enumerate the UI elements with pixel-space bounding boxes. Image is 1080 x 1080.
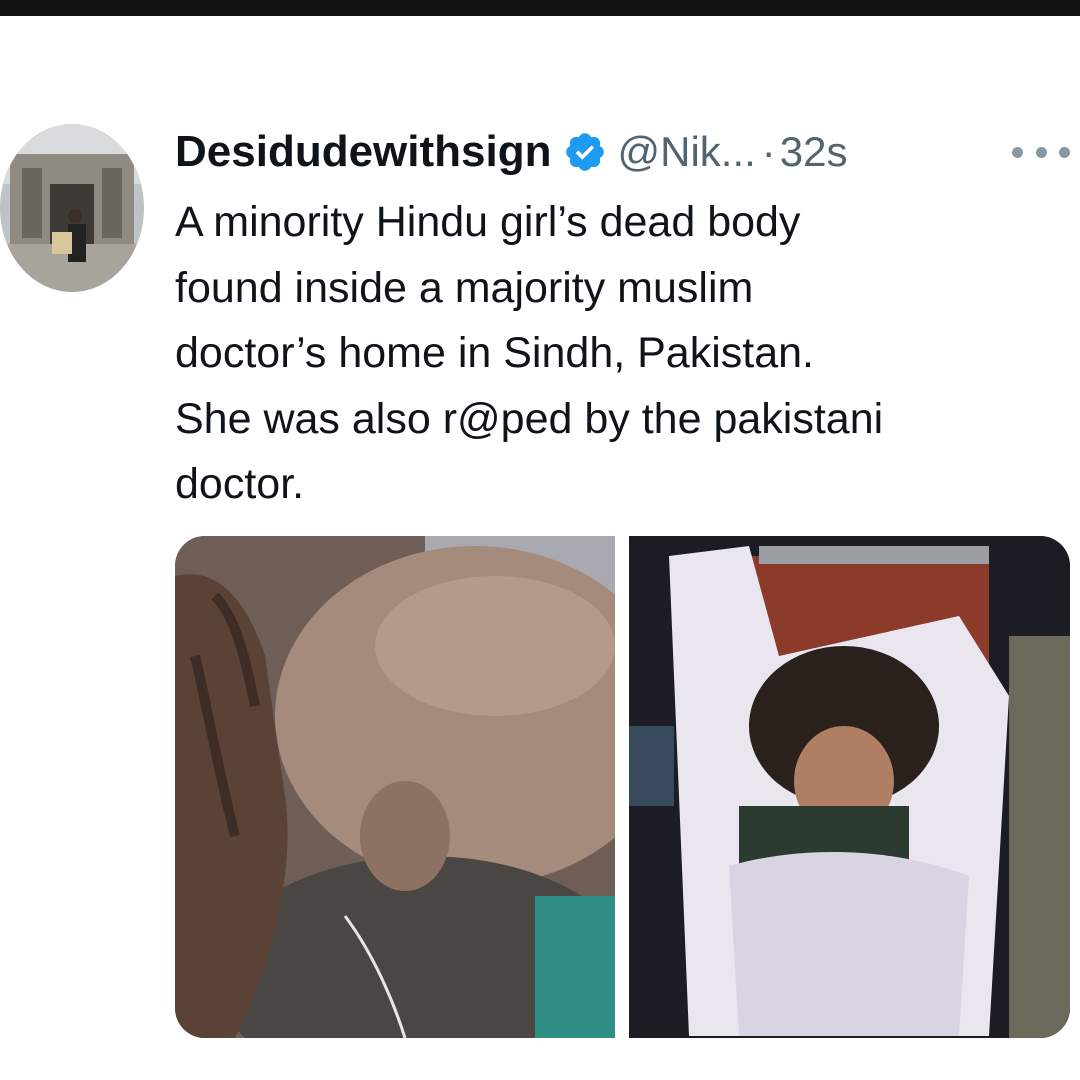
tweet-photo-2[interactable] bbox=[629, 536, 1070, 1038]
more-dot bbox=[1035, 146, 1047, 158]
tweet-timestamp[interactable]: 32s bbox=[780, 128, 848, 176]
tweet-photo-1[interactable] bbox=[175, 536, 615, 1038]
tweet-header: Desidudewithsign @Nik... · 32s bbox=[175, 122, 848, 182]
verified-badge-icon bbox=[563, 130, 607, 174]
tweet-card[interactable]: Desidudewithsign @Nik... · 32s A minorit… bbox=[0, 16, 1080, 1080]
more-dot bbox=[1059, 146, 1070, 158]
author-display-name[interactable]: Desidudewithsign bbox=[175, 127, 551, 177]
top-status-bar bbox=[0, 0, 1080, 16]
author-avatar[interactable] bbox=[0, 124, 144, 292]
author-handle[interactable]: @Nik... bbox=[617, 128, 755, 176]
photo-2-image bbox=[629, 536, 1070, 1038]
tweet-media-grid[interactable] bbox=[175, 536, 1070, 1038]
photo-1-image bbox=[175, 536, 615, 1038]
tweet-text: A minority Hindu girl’s dead body found … bbox=[175, 198, 884, 508]
avatar-image bbox=[0, 124, 144, 292]
more-options-icon[interactable] bbox=[1012, 140, 1070, 164]
more-dot bbox=[1012, 146, 1023, 158]
header-separator: · bbox=[761, 128, 776, 175]
